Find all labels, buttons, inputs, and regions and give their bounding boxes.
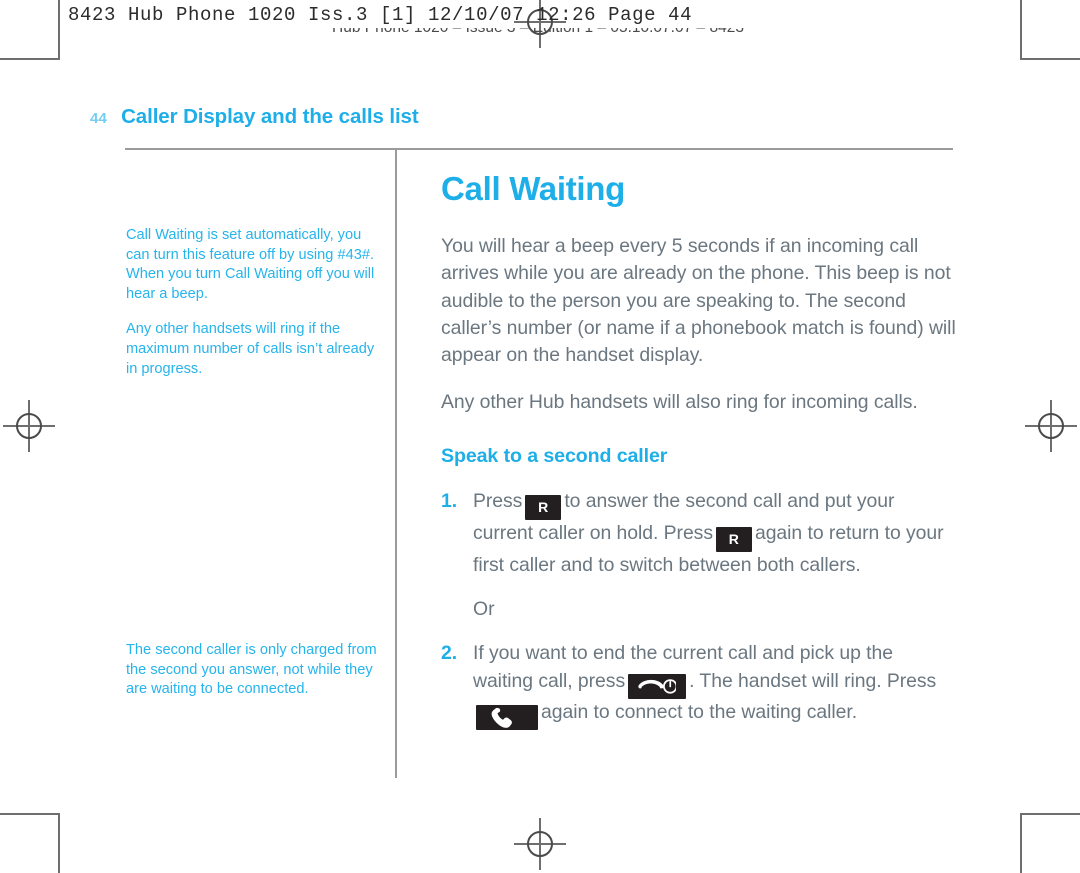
- numbered-step: 2. If you want to end the current call a…: [441, 640, 956, 731]
- step-text: If you want to end the current call and …: [473, 640, 956, 731]
- registration-mark-right: [1025, 400, 1077, 452]
- numbered-step: 1. Press Rto answer the second call and p…: [441, 488, 956, 579]
- step-text-segment: Press: [473, 489, 523, 512]
- sidenote: Call Waiting is set automatically, you c…: [126, 227, 375, 302]
- sidenote: Any other handsets will ring if the maxi…: [126, 321, 375, 377]
- crop-mark-bottom-left: [0, 813, 60, 873]
- step-number: 2.: [441, 642, 458, 665]
- registration-circle: [1038, 413, 1064, 439]
- step-text: Press Rto answer the second call and put …: [473, 488, 956, 579]
- crop-mark-top-right: [1020, 0, 1080, 60]
- page-number: 44: [90, 110, 108, 127]
- prepress-slug-primary: 8423 Hub Phone 1020 Iss.3 [1] 12/10/07 1…: [68, 4, 693, 26]
- recall-key-icon: R: [715, 526, 752, 552]
- body-paragraph: Any other Hub handsets will also ring fo…: [441, 391, 918, 414]
- alternative-label: Or: [473, 598, 495, 621]
- running-head-title: Caller Display and the calls list: [121, 105, 419, 128]
- crop-mark-bottom-right: [1020, 813, 1080, 873]
- crop-mark-top-left: [0, 0, 60, 60]
- header-divider-rule: [125, 148, 953, 150]
- running-head: 44 Caller Display and the calls list: [90, 105, 419, 129]
- step-text-segment: again to connect to the waiting caller.: [541, 701, 858, 724]
- recall-key-icon: R: [525, 494, 562, 520]
- body-paragraph: You will hear a beep every 5 seconds if …: [441, 235, 956, 367]
- sidenote-lower: The second caller is only charged from t…: [126, 642, 377, 698]
- sidenote-group-upper: Call Waiting is set automatically, you c…: [126, 226, 384, 379]
- end-call-key-icon: [628, 674, 687, 700]
- registration-circle: [16, 413, 42, 439]
- registration-mark-bottom: [514, 818, 566, 870]
- section-subheading: Speak to a second caller: [441, 444, 668, 467]
- column-divider-rule: [395, 150, 397, 778]
- step-text-segment: . The handset will ring. Press: [689, 669, 937, 692]
- registration-circle: [527, 831, 553, 857]
- manual-page: 8423 Hub Phone 1020 Iss.3 [1] 12/10/07 1…: [0, 0, 1080, 873]
- registration-mark-left: [3, 400, 55, 452]
- main-content-column: Call Waiting You will hear a beep every …: [441, 170, 956, 747]
- step-number: 1.: [441, 489, 458, 512]
- page-title: Call Waiting: [441, 170, 626, 207]
- answer-call-key-icon: [476, 705, 538, 731]
